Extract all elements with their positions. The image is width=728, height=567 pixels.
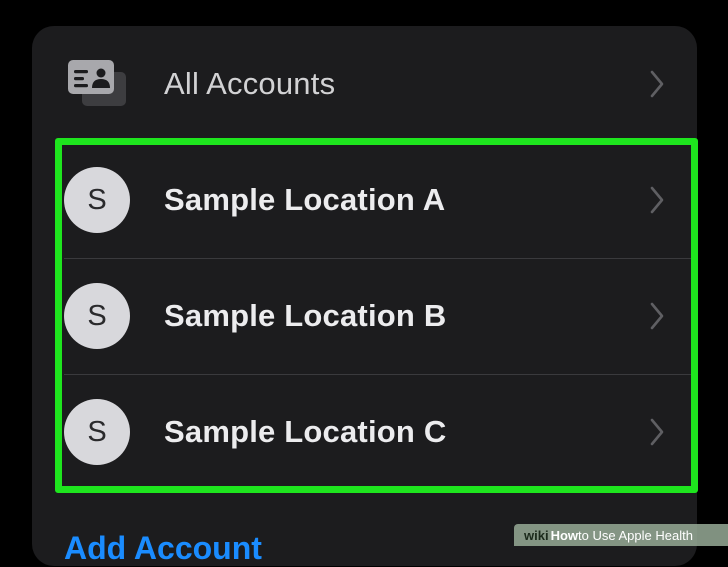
chevron-right-icon: [650, 70, 664, 98]
highlight-box: [55, 138, 698, 493]
watermark-brand: wiki: [524, 527, 549, 543]
all-accounts-row[interactable]: All Accounts: [32, 26, 697, 142]
watermark-how: How: [550, 527, 579, 543]
watermark: wiki How to Use Apple Health: [514, 524, 728, 546]
add-account-link[interactable]: Add Account: [64, 530, 262, 567]
watermark-title: to Use Apple Health: [578, 527, 693, 543]
all-accounts-label: All Accounts: [164, 66, 336, 101]
id-card-stack-icon: [68, 60, 126, 106]
